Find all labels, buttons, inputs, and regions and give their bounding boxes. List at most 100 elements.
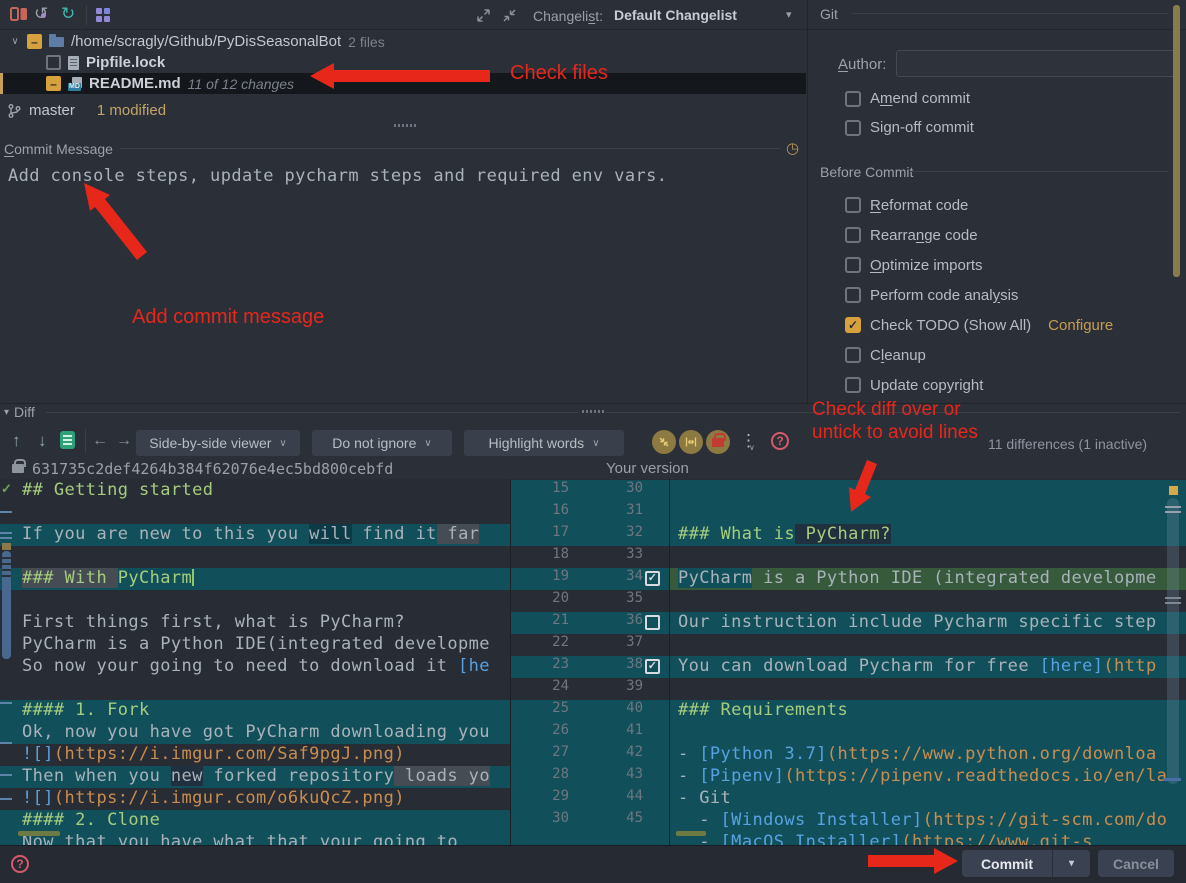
tree-row-pipfile[interactable]: Pipfile.lock [0,52,806,73]
collapse-all-icon[interactable] [502,8,517,23]
annotation-add-commit-message: Add commit message [132,306,324,329]
next-change-icon[interactable]: → [116,432,132,450]
root-checkbox[interactable]: – [27,34,42,49]
highlight-mode-dropdown[interactable]: Highlight words∨ [464,430,624,456]
diff-line-left: Now that you have what that your going t… [0,832,510,845]
include-change-checkbox[interactable] [645,615,660,630]
line-number: 36 [626,612,643,628]
diff-line-left: Then when you new forked repository load… [0,766,510,788]
message-history-icon[interactable]: ◷ [786,139,799,157]
line-number: 42 [626,744,643,760]
checkbox[interactable] [845,287,861,303]
checkbox[interactable] [845,257,861,273]
group-by-icon[interactable] [96,8,110,22]
diff-line-left: Ok, now you have got PyCharm downloading… [0,722,510,744]
splitter-grip[interactable] [394,124,416,127]
checkbox[interactable] [845,347,861,363]
diff-gutter-row: 2843 [511,766,669,788]
code-segment: [he [458,656,490,676]
change-marker [1163,778,1181,781]
cancel-button[interactable]: Cancel [1098,850,1174,877]
file-checkbox[interactable] [46,55,61,70]
editor-scrollbar-thumb[interactable] [1167,498,1179,784]
checkbox-row: ✓Check TODO (Show All)Configure [845,310,1185,340]
rollback-icon[interactable]: ↺ [34,4,48,24]
annotation-check-files: Check files [510,62,608,85]
changelist-dropdown[interactable]: Default Changelist [614,7,737,23]
chevron-down-icon[interactable]: ▾ [786,8,792,21]
prev-change-icon[interactable]: ← [92,432,108,450]
stripe-marker [2,543,11,550]
diff-line-right: ### Requirements [670,700,1186,722]
synchronize-scrolling-toggle[interactable] [679,430,703,454]
include-change-checkbox[interactable]: ✓ [645,659,660,674]
diff-gutter: 15301631173218331934✓2035213622372338✓24… [510,479,670,845]
help-icon[interactable]: ? [11,855,29,873]
annotation-check-diff-2: untick to avoid lines [812,422,978,444]
author-input[interactable] [896,50,1178,77]
code-segment: Our instruction include Pycharm specific… [678,612,1157,632]
tree-row-readme[interactable]: – MD README.md 11 of 12 changes [0,73,806,94]
diff-editors: ## Getting startedIf you are new to this… [0,479,1186,845]
diff-line-right: - [Python 3.7](https://www.python.org/do… [670,744,1186,766]
diff-section-header[interactable]: ▾ Diff [4,404,35,420]
diff-line-right: - [MacOS Installer](https://www.git-s [670,832,1186,845]
include-change-checkbox[interactable]: ✓ [645,571,660,586]
editor-scrollbar-thumb[interactable] [2,551,11,659]
divider [852,13,1168,14]
code-segment: far [437,524,480,544]
configure-link[interactable]: Configure [1048,317,1113,334]
help-icon[interactable]: ? [771,432,789,450]
diff-line-right [670,480,1186,502]
diff-line-right [670,546,1186,568]
checkbox[interactable] [845,120,861,136]
refresh-icon[interactable]: ↻ [61,4,75,24]
file-checkbox[interactable]: – [46,76,61,91]
tree-row-root[interactable]: ∨ – /home/scragly/Github/PyDisSeasonalBo… [0,31,806,52]
modified-count[interactable]: 1 modified [97,102,166,119]
collapse-unchanged-toggle[interactable] [652,430,676,454]
line-number: 32 [626,524,643,540]
commit-message-input[interactable]: Add console steps, update pycharm steps … [8,166,667,186]
stripe-marker [1169,486,1178,495]
panel-divider [807,0,808,403]
code-segment: (https://www.python.org/downloa [827,744,1157,764]
checkbox[interactable]: ✓ [845,317,861,333]
diff-line-right: - Git [670,788,1186,810]
collapse-icon[interactable]: ▾ [4,407,9,418]
diff-line-left: #### 1. Fork [0,700,510,722]
panel-scrollbar[interactable] [1173,5,1180,277]
checkbox-label: Rearrange code [870,227,978,244]
checkbox[interactable] [845,197,861,213]
more-options-icon[interactable]: ⋮∨ [740,431,757,451]
differences-count: 11 differences (1 inactive) [988,436,1147,452]
code-segment: (https://www.git-s [901,832,1092,845]
line-number: 16 [552,502,569,518]
next-difference-icon[interactable]: ↓ [38,431,47,451]
whitespace-dropdown[interactable]: Do not ignore∨ [312,430,452,456]
diff-line-left [0,546,510,568]
checkbox-label: Sign-off commit [870,119,974,136]
expand-all-icon[interactable] [476,8,491,23]
disable-editing-toggle[interactable] [706,430,730,454]
diff-gutter-row: 2641 [511,722,669,744]
base-version-editor[interactable]: ## Getting startedIf you are new to this… [0,479,510,845]
show-diff-icon[interactable] [10,6,28,23]
previous-difference-icon[interactable]: ↑ [12,431,21,451]
commit-options-icon[interactable]: ▾ [1053,858,1090,869]
changelist-label: Changelist: [533,8,603,24]
line-number: 22 [552,634,569,650]
checkbox[interactable] [845,377,861,393]
checkbox[interactable] [845,227,861,243]
your-version-editor[interactable]: ### What is PyCharm?PyCharm is a Python … [670,479,1186,845]
code-segment: - [678,810,721,830]
chevron-down-icon[interactable]: ∨ [10,36,20,47]
commit-button[interactable]: Commit ▾ [962,850,1090,877]
diff-line-left: ![](https://i.imgur.com/o6kuQcZ.png) [0,788,510,810]
jump-to-source-icon[interactable] [60,431,75,449]
code-segment: [Windows Installer] [721,810,923,830]
checkbox[interactable] [845,91,861,107]
splitter-grip[interactable] [582,410,604,413]
branch-name[interactable]: master [29,102,75,119]
viewer-mode-dropdown[interactable]: Side-by-side viewer∨ [136,430,300,456]
